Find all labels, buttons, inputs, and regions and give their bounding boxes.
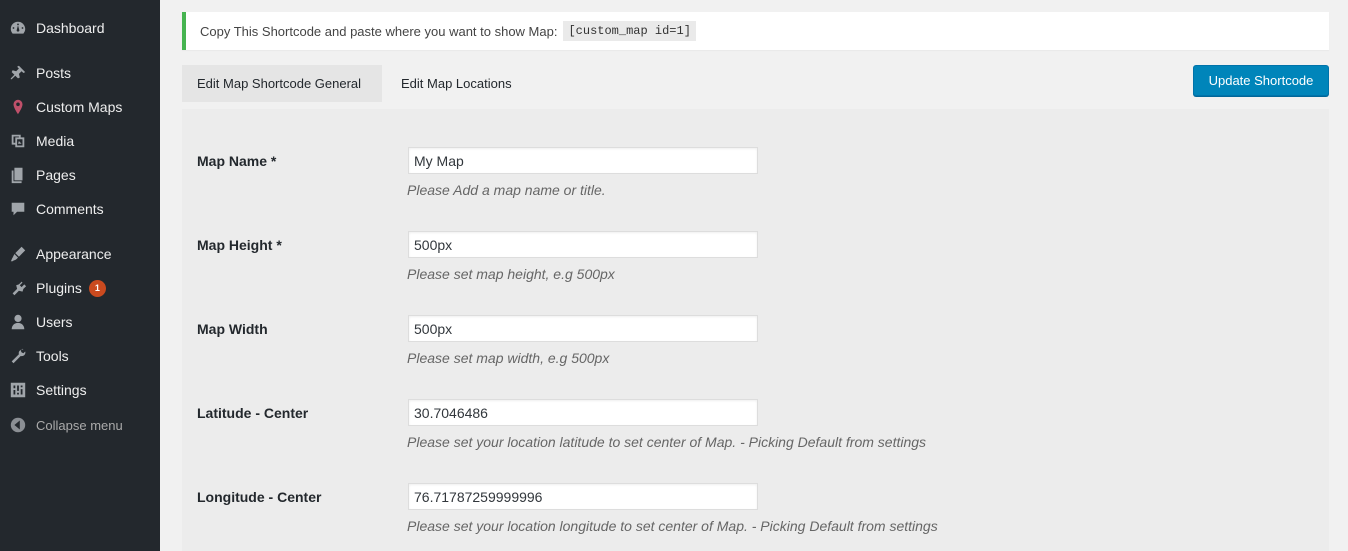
sidebar-item-plugins[interactable]: Plugins 1 [0, 271, 160, 305]
tab-edit-map-locations[interactable]: Edit Map Locations [386, 65, 527, 102]
sidebar-item-label: Pages [36, 167, 76, 183]
sidebar-item-custom-maps[interactable]: Custom Maps [0, 90, 160, 124]
update-count-badge: 1 [88, 279, 106, 297]
dashboard-icon [0, 11, 36, 45]
media-icon [0, 124, 36, 158]
pages-icon [0, 158, 36, 192]
sidebar-item-media[interactable]: Media [0, 124, 160, 158]
update-shortcode-button[interactable]: Update Shortcode [1193, 65, 1329, 96]
sidebar-item-label: Posts [36, 65, 72, 81]
map-height-label: Map Height * [197, 237, 282, 253]
sidebar-item-label: Media [36, 133, 75, 149]
notice-text: Copy This Shortcode and paste where you … [200, 23, 558, 39]
map-marker-icon [0, 90, 36, 124]
latitude-center-label: Latitude - Center [197, 405, 309, 421]
sidebar-item-tools[interactable]: Tools [0, 339, 160, 373]
sidebar-item-comments[interactable]: Comments [0, 192, 160, 226]
tab-edit-map-general[interactable]: Edit Map Shortcode General [182, 65, 382, 102]
sidebar-item-appearance[interactable]: Appearance [0, 237, 160, 271]
sidebar-item-pages[interactable]: Pages [0, 158, 160, 192]
tab-label: Edit Map Locations [401, 76, 512, 91]
sidebar-item-label: Settings [36, 382, 87, 398]
map-name-description: Please Add a map name or title. [407, 182, 606, 198]
settings-icon [0, 373, 36, 407]
tab-label: Edit Map Shortcode General [197, 76, 362, 91]
user-icon [0, 305, 36, 339]
sidebar-item-dashboard[interactable]: Dashboard [0, 11, 160, 45]
map-width-description: Please set map width, e.g 500px [407, 350, 610, 366]
longitude-center-description: Please set your location longitude to se… [407, 518, 938, 534]
longitude-center-input[interactable] [408, 483, 758, 510]
sidebar-item-label: Tools [36, 348, 69, 364]
longitude-center-label: Longitude - Center [197, 489, 322, 505]
map-height-description: Please set map height, e.g 500px [407, 266, 615, 282]
shortcode-notice: Copy This Shortcode and paste where you … [182, 12, 1329, 50]
map-width-input[interactable] [408, 315, 758, 342]
collapse-arrow-icon [0, 408, 36, 442]
comment-icon [0, 192, 36, 226]
map-height-input[interactable] [408, 231, 758, 258]
sidebar-item-label: Comments [36, 201, 104, 217]
admin-sidebar: Dashboard Posts Custom Maps Media Pages … [0, 0, 160, 551]
map-width-label: Map Width [197, 321, 268, 337]
map-name-label: Map Name * [197, 153, 277, 169]
sidebar-item-posts[interactable]: Posts [0, 56, 160, 90]
sidebar-item-settings[interactable]: Settings [0, 373, 160, 407]
shortcode-code: [custom_map id=1] [563, 21, 696, 41]
sidebar-item-users[interactable]: Users [0, 305, 160, 339]
collapse-menu-button[interactable]: Collapse menu [0, 408, 160, 442]
pin-icon [0, 56, 36, 90]
collapse-menu-label: Collapse menu [36, 417, 123, 433]
latitude-center-description: Please set your location latitude to set… [407, 434, 927, 450]
latitude-center-input[interactable] [408, 399, 758, 426]
brush-icon [0, 237, 36, 271]
sidebar-item-label: Appearance [36, 246, 112, 262]
sidebar-item-label: Plugins [36, 280, 82, 296]
plugin-icon [0, 271, 36, 305]
sidebar-item-label: Users [36, 314, 73, 330]
map-name-input[interactable] [408, 147, 758, 174]
button-label: Update Shortcode [1208, 73, 1314, 88]
wrench-icon [0, 339, 36, 373]
sidebar-item-label: Dashboard [36, 20, 105, 36]
sidebar-item-label: Custom Maps [36, 99, 123, 115]
